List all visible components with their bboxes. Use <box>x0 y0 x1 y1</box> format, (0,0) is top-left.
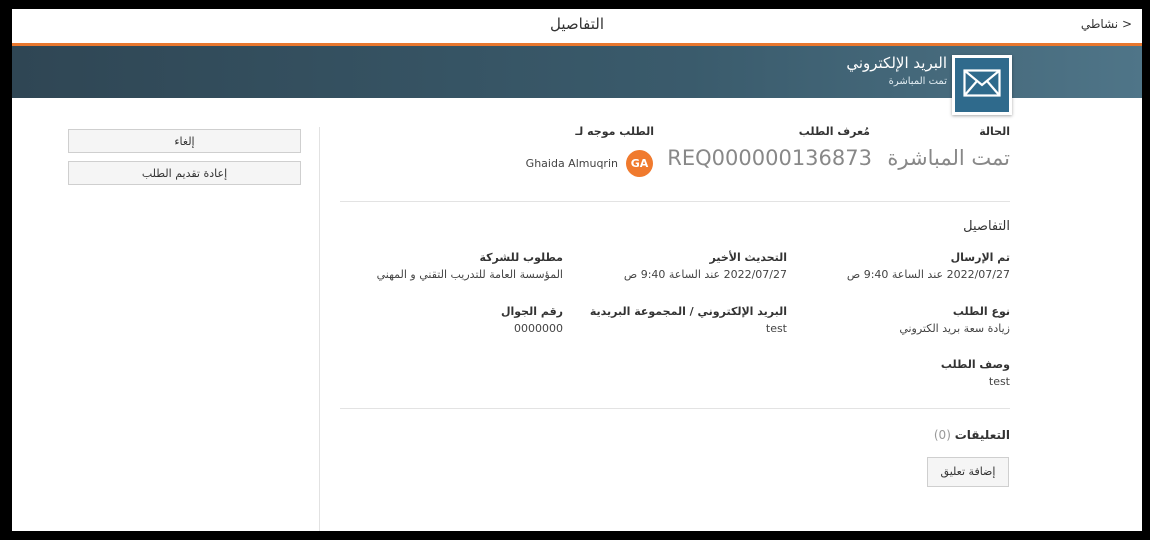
request-id-value: REQ000000136873 <box>667 146 872 170</box>
last-updated-label: التحديث الأخير <box>709 251 788 264</box>
divider <box>340 201 1010 202</box>
column-divider <box>319 127 320 531</box>
request-type-value: زيادة سعة بريد الكتروني <box>899 322 1010 335</box>
top-bar: التفاصيل < نشاطي <box>12 9 1142 46</box>
assignee-name[interactable]: Ghaida Almuqrin <box>526 157 618 170</box>
email-group-value: test <box>765 322 787 335</box>
company-value: المؤسسة العامة للتدريب التقني و المهني <box>376 268 563 281</box>
details-heading: التفاصيل <box>963 219 1010 234</box>
email-group-label: البريد الإلكتروني / المجموعة البريدية <box>589 305 787 318</box>
status-label: الحالة <box>979 125 1010 138</box>
back-link-my-activity[interactable]: < نشاطي <box>1081 17 1132 31</box>
mobile-value: 0000000 <box>514 322 563 335</box>
request-id-label: مُعرف الطلب <box>798 125 870 138</box>
company-label: مطلوب للشركة <box>479 251 563 264</box>
request-type-label: نوع الطلب <box>952 305 1010 318</box>
banner-title: البريد الإلكتروني <box>846 54 947 72</box>
mobile-label: رقم الجوال <box>500 305 563 318</box>
last-updated-value: 2022/07/27 عند الساعة 9:40 ص <box>623 268 787 281</box>
cancel-button[interactable]: إلغاء <box>68 129 301 153</box>
submitted-label: تم الإرسال <box>950 251 1010 264</box>
banner-subtitle: تمت المباشرة <box>888 76 947 87</box>
resubmit-request-button[interactable]: إعادة تقديم الطلب <box>68 161 301 185</box>
envelope-icon <box>952 55 1012 115</box>
add-comment-button[interactable]: إضافة تعليق <box>927 457 1009 487</box>
comments-label: التعليقات <box>954 428 1010 442</box>
comments-header: التعليقات (0) <box>934 428 1010 442</box>
avatar[interactable]: GA <box>626 150 653 177</box>
comments-count: (0) <box>933 428 951 442</box>
divider <box>340 408 1010 409</box>
app-frame: التفاصيل < نشاطي البريد الإلكتروني تمت ا… <box>12 9 1142 531</box>
page-title: التفاصيل <box>549 15 605 33</box>
status-value: تمت المباشرة <box>887 146 1010 170</box>
description-value: test <box>988 375 1010 388</box>
submitted-value: 2022/07/27 عند الساعة 9:40 ص <box>846 268 1010 281</box>
assigned-to-label: الطلب موجه لـ <box>575 125 654 138</box>
description-label: وصف الطلب <box>940 358 1010 371</box>
